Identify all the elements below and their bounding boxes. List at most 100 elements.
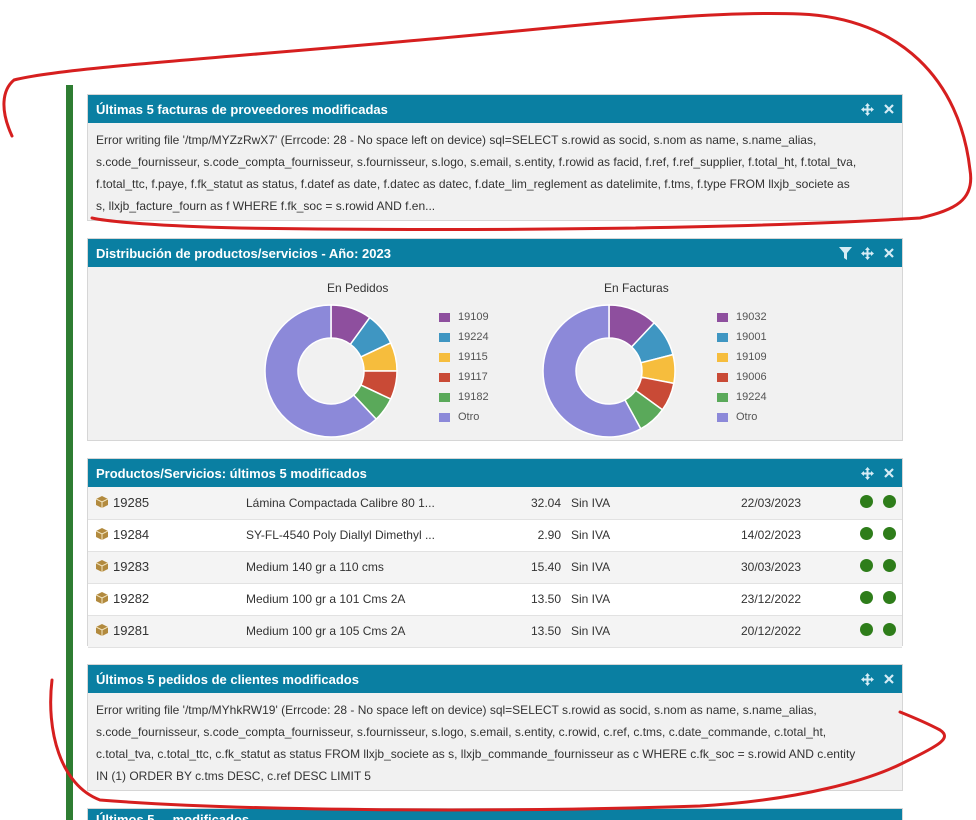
product-label: Medium 100 gr a 105 Cms 2A: [246, 624, 406, 638]
status-sell-dot[interactable]: [860, 527, 873, 540]
legend-item[interactable]: 19001: [717, 327, 767, 347]
product-vat: Sin IVA: [571, 528, 611, 542]
legend-swatch: [439, 332, 450, 342]
chart-legend: 19109 19224 19115 19117 19182 Otro: [439, 307, 489, 427]
legend-label: 19001: [736, 331, 767, 343]
legend-swatch: [717, 352, 728, 362]
product-date: 22/03/2023: [741, 495, 802, 510]
widget-title: Distribución de productos/servicios - Añ…: [96, 245, 391, 261]
widget-latest-products: Productos/Servicios: últimos 5 modificad…: [87, 458, 903, 648]
legend-label: 19006: [736, 371, 767, 383]
legend-item[interactable]: 19109: [717, 347, 767, 367]
widget-title: Últimas 5 facturas de proveedores modifi…: [96, 101, 388, 117]
table-row[interactable]: 19283 Medium 140 gr a 110 cms 15.40 Sin IVA…: [88, 551, 902, 583]
widget-header: Últimos 5 ... modificados: [88, 809, 902, 820]
legend-swatch: [439, 392, 450, 402]
status-buy-dot[interactable]: [883, 494, 896, 508]
product-price: 32.04: [530, 495, 561, 510]
legend-item[interactable]: 19224: [717, 387, 767, 407]
charts-area: En Pedidos 19109 19224 19115 19117 19182 Otro…: [88, 267, 902, 439]
product-vat: Sin IVA: [571, 560, 611, 574]
legend-swatch: [717, 332, 728, 342]
table-row[interactable]: 19281 Medium 100 gr a 105 Cms 2A 13.50 Sin …: [88, 615, 902, 647]
legend-label: 19224: [736, 391, 767, 403]
widget-header: Últimas 5 facturas de proveedores modifi…: [88, 95, 902, 123]
product-ref: 19285: [113, 494, 150, 510]
widget-header: Productos/Servicios: últimos 5 modificad…: [88, 459, 902, 487]
product-ref-link[interactable]: 19285: [96, 495, 149, 510]
legend-swatch: [717, 372, 728, 382]
chart-title: En Facturas: [604, 281, 669, 295]
legend-swatch: [439, 412, 450, 422]
legend-item[interactable]: Otro: [717, 407, 767, 427]
products-table: 19285 Lámina Compactada Calibre 80 1... 32…: [88, 487, 902, 648]
product-ref-link[interactable]: 19284: [96, 527, 149, 542]
status-sell-dot[interactable]: [860, 623, 873, 636]
product-ref-link[interactable]: 19283: [96, 559, 149, 574]
table-row[interactable]: 19285 Lámina Compactada Calibre 80 1... 32…: [88, 487, 902, 519]
legend-label: 19109: [736, 351, 767, 363]
error-line: IN (1) ORDER BY c.tms DESC, c.ref DESC L…: [96, 769, 371, 783]
chart-legend: 19032 19001 19109 19006 19224 Otro: [717, 307, 767, 427]
widget-title: Últimos 5 ... modificados: [96, 812, 250, 820]
chart-title: En Pedidos: [327, 281, 389, 295]
product-icon: [96, 624, 108, 637]
product-date: 20/12/2022: [741, 624, 802, 638]
status-buy-dot[interactable]: [883, 623, 896, 636]
product-ref: 19283: [113, 558, 150, 574]
legend-label: 19032: [736, 311, 767, 323]
legend-label: 19224: [458, 331, 489, 343]
close-icon[interactable]: [882, 246, 896, 260]
donut-chart-facturas: [542, 304, 676, 438]
close-icon[interactable]: [882, 102, 896, 116]
close-icon[interactable]: [882, 466, 896, 480]
move-icon[interactable]: [860, 246, 874, 260]
product-label: Lámina Compactada Calibre 80 1...: [246, 495, 435, 510]
product-ref: 19284: [113, 526, 150, 542]
error-line: f.total_ttc, f.paye, f.fk_statut as stat…: [96, 177, 850, 191]
error-line: Error writing file '/tmp/MYhkRW19' (Errc…: [96, 703, 817, 717]
legend-label: 19182: [458, 391, 489, 403]
move-icon[interactable]: [860, 466, 874, 480]
legend-label: 19117: [458, 371, 488, 383]
legend-item[interactable]: Otro: [439, 407, 489, 427]
widget-header: Últimos 5 pedidos de clientes modificado…: [88, 665, 902, 693]
status-sell-dot[interactable]: [860, 591, 873, 604]
status-sell-dot[interactable]: [860, 494, 873, 508]
legend-label: 19115: [458, 351, 488, 363]
error-line: s, llxjb_facture_fourn as f WHERE f.fk_s…: [96, 199, 436, 213]
product-ref-link[interactable]: 19282: [96, 591, 149, 606]
table-row[interactable]: 19284 SY-FL-4540 Poly Diallyl Dimethyl ..…: [88, 519, 902, 551]
legend-item[interactable]: 19115: [439, 347, 489, 367]
move-icon[interactable]: [860, 672, 874, 686]
status-sell-dot[interactable]: [860, 559, 873, 572]
status-buy-dot[interactable]: [883, 559, 896, 572]
close-icon[interactable]: [882, 672, 896, 686]
product-label: Medium 140 gr a 110 cms: [246, 560, 384, 574]
product-vat: Sin IVA: [571, 624, 611, 638]
legend-item[interactable]: 19032: [717, 307, 767, 327]
legend-item[interactable]: 19224: [439, 327, 489, 347]
error-message: Error writing file '/tmp/MYZzRwX7' (Errc…: [88, 123, 902, 223]
product-label: Medium 100 gr a 101 Cms 2A: [246, 592, 406, 606]
product-ref: 19281: [113, 622, 150, 638]
product-date: 23/12/2022: [741, 592, 802, 606]
error-line: c.total_tva, c.total_ttc, c.fk_statut as…: [96, 747, 856, 761]
widget-header: Distribución de productos/servicios - Añ…: [88, 239, 902, 267]
legend-item[interactable]: 19006: [717, 367, 767, 387]
legend-item[interactable]: 19117: [439, 367, 489, 387]
legend-swatch: [439, 312, 450, 322]
product-icon: [96, 560, 108, 573]
product-icon: [96, 592, 108, 605]
product-date: 30/03/2023: [741, 560, 802, 574]
status-buy-dot[interactable]: [883, 527, 896, 540]
product-ref-link[interactable]: 19281: [96, 623, 149, 638]
widget-supplier-invoices: Últimas 5 facturas de proveedores modifi…: [87, 94, 903, 221]
product-price: 13.50: [530, 592, 561, 606]
legend-item[interactable]: 19182: [439, 387, 489, 407]
filter-icon[interactable]: [838, 246, 852, 260]
move-icon[interactable]: [860, 102, 874, 116]
status-buy-dot[interactable]: [883, 591, 896, 604]
legend-item[interactable]: 19109: [439, 307, 489, 327]
table-row[interactable]: 19282 Medium 100 gr a 101 Cms 2A 13.50 Sin …: [88, 583, 902, 615]
